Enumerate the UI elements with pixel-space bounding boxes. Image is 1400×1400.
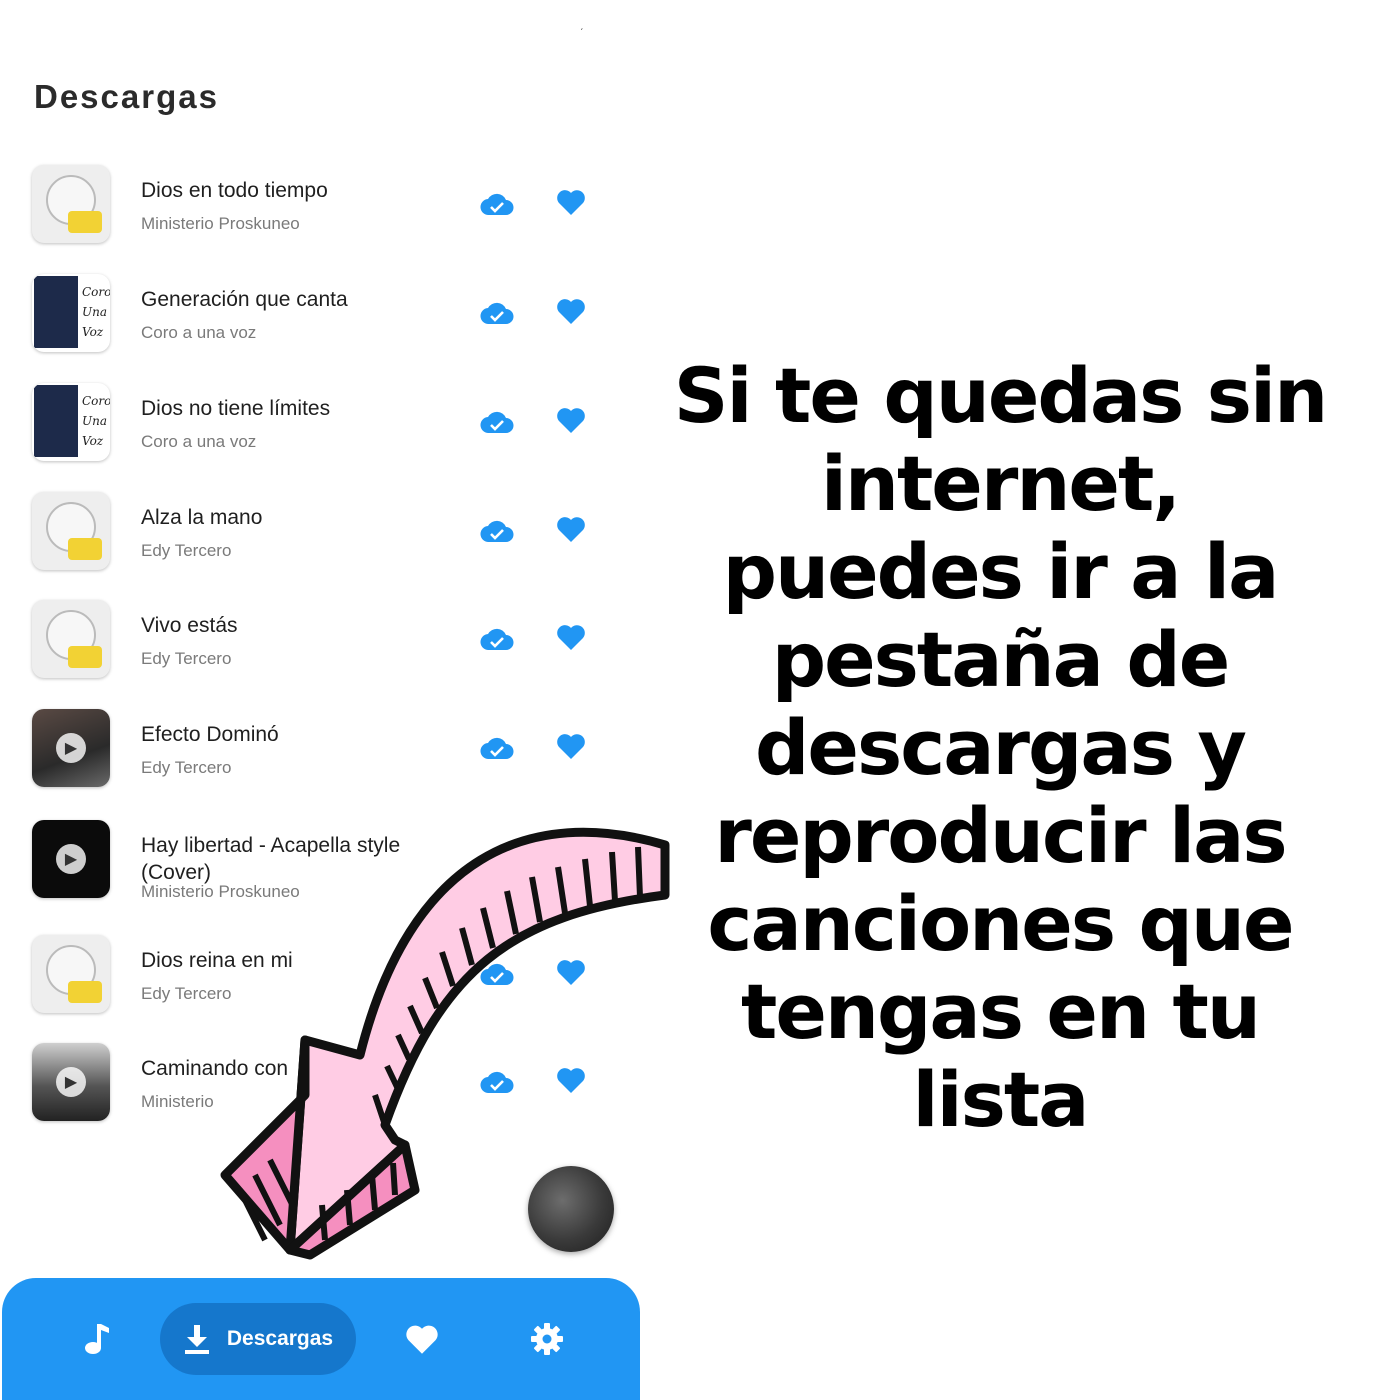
list-item[interactable]: Coro Una Voz Dios no tiene límites Coro a … xyxy=(0,383,640,483)
album-cover xyxy=(32,935,110,1013)
song-artist: Ministerio Proskuneo xyxy=(141,214,300,233)
song-title: Dios no tiene límites xyxy=(141,397,331,420)
nav-downloads-label: Descargas xyxy=(226,1327,334,1350)
heart-icon[interactable] xyxy=(554,403,588,437)
song-artist: Coro a una voz xyxy=(141,323,257,342)
play-icon: ▶ xyxy=(56,733,86,763)
heart-icon xyxy=(406,1325,438,1354)
bottom-navigation: Descargas xyxy=(2,1278,640,1400)
song-artist: Edy Tercero xyxy=(141,541,232,560)
list-item[interactable]: Alza la mano Edy Tercero xyxy=(0,492,640,592)
nav-favorites[interactable] xyxy=(397,1303,447,1375)
cloud-done-icon[interactable] xyxy=(480,187,514,221)
song-title: Generación que canta xyxy=(141,288,348,311)
song-artist: Edy Tercero xyxy=(141,758,232,777)
song-title: Efecto Dominó xyxy=(141,723,279,746)
nav-music[interactable] xyxy=(72,1303,122,1375)
heart-icon[interactable] xyxy=(554,729,588,763)
play-icon: ▶ xyxy=(56,844,86,874)
cloud-done-icon[interactable] xyxy=(480,405,514,439)
cloud-done-icon[interactable] xyxy=(480,514,514,548)
list-item[interactable]: Dios en todo tiempo Ministerio Proskuneo xyxy=(0,165,640,265)
heart-icon[interactable] xyxy=(554,512,588,546)
list-item[interactable]: Vivo estás Edy Tercero xyxy=(0,600,640,700)
nav-downloads[interactable]: Descargas xyxy=(160,1303,356,1375)
cover-text: Coro Una Voz xyxy=(82,285,110,339)
heart-icon[interactable] xyxy=(554,294,588,328)
heart-icon[interactable] xyxy=(554,185,588,219)
album-cover: Coro Una Voz xyxy=(32,274,110,352)
album-cover: ▶ xyxy=(32,709,110,787)
song-title: Alza la mano xyxy=(141,506,263,529)
now-playing-mini-player[interactable] xyxy=(528,1166,614,1252)
music-note-icon xyxy=(85,1324,109,1354)
album-cover: Coro Una Voz xyxy=(32,383,110,461)
cloud-done-icon[interactable] xyxy=(480,622,514,656)
cover-shape xyxy=(34,385,78,457)
cover-text: Coro Una Voz xyxy=(82,394,110,448)
album-cover: ▶ xyxy=(32,1043,110,1121)
cloud-done-icon[interactable] xyxy=(480,296,514,330)
gear-icon xyxy=(531,1323,563,1355)
song-artist: Edy Tercero xyxy=(141,649,232,668)
download-icon xyxy=(184,1325,209,1354)
list-item[interactable]: ▶ Efecto Dominó Edy Tercero xyxy=(0,709,640,809)
song-title: Vivo estás xyxy=(141,614,238,637)
album-cover xyxy=(32,600,110,678)
play-icon: ▶ xyxy=(56,1067,86,1097)
callout-text: Si te quedas sin internet, puedes ir a l… xyxy=(673,351,1328,1144)
cover-shape xyxy=(34,276,78,348)
album-cover xyxy=(32,492,110,570)
heart-icon[interactable] xyxy=(554,620,588,654)
album-cover: ▶ xyxy=(32,820,110,898)
album-cover xyxy=(32,165,110,243)
list-item[interactable]: Coro Una Voz Generación que canta Coro a u… xyxy=(0,274,640,374)
nav-settings[interactable] xyxy=(522,1303,572,1375)
song-artist: Ministerio xyxy=(141,1092,214,1111)
song-artist: Coro a una voz xyxy=(141,432,257,451)
cloud-done-icon[interactable] xyxy=(480,731,514,765)
song-title: Dios en todo tiempo xyxy=(141,179,328,202)
